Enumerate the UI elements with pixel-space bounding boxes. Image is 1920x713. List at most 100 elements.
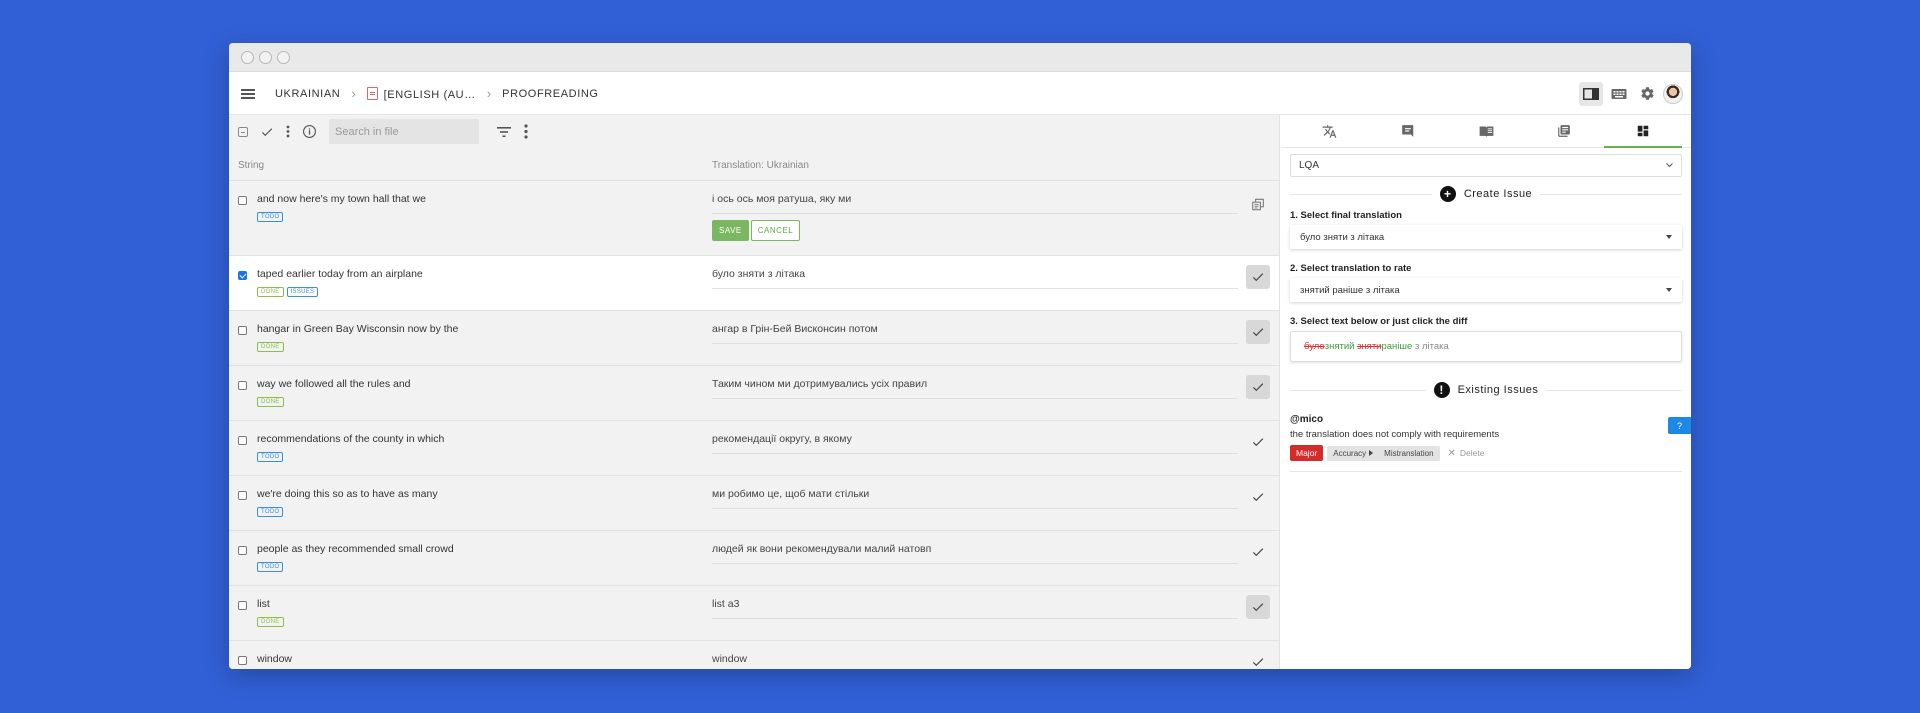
table-row[interactable]: recommendations of the county in which T… bbox=[229, 421, 1279, 476]
row-checkbox[interactable] bbox=[238, 381, 247, 390]
caret-down-icon bbox=[1666, 235, 1672, 239]
table-row[interactable]: hangar in Green Bay Wisconsin now by the… bbox=[229, 311, 1279, 366]
row-checkbox[interactable] bbox=[238, 271, 247, 280]
dashboard-icon bbox=[1637, 125, 1649, 137]
status-tags: TODO bbox=[257, 212, 284, 222]
row-checkbox[interactable] bbox=[238, 601, 247, 610]
info-icon bbox=[303, 125, 316, 138]
cancel-button[interactable]: CANCEL bbox=[750, 220, 801, 241]
approve-button[interactable] bbox=[1246, 430, 1270, 454]
source-string: taped earlier today from an airplane bbox=[257, 268, 423, 280]
row-checkbox[interactable] bbox=[238, 326, 247, 335]
save-button[interactable]: SAVE bbox=[712, 220, 749, 241]
approve-button[interactable] bbox=[1246, 265, 1270, 289]
translation-text[interactable]: було зняти з літака bbox=[712, 268, 1238, 289]
approve-all-button[interactable] bbox=[260, 125, 274, 139]
add-circle-icon[interactable]: + bbox=[1439, 186, 1456, 202]
diff-insertion[interactable]: знятий bbox=[1325, 341, 1355, 352]
mode-select[interactable]: LQA bbox=[1290, 154, 1682, 177]
copy-source-button[interactable] bbox=[1246, 192, 1270, 216]
table-row[interactable]: we're doing this so as to have as many T… bbox=[229, 476, 1279, 531]
translation-text[interactable]: людей як вони рекомендували малий натовп bbox=[712, 543, 1238, 564]
mode-select-value: LQA bbox=[1299, 160, 1320, 171]
breadcrumb-file[interactable]: [ENGLISH (AU… bbox=[366, 86, 476, 101]
breadcrumb-project[interactable]: UKRAINIAN bbox=[275, 88, 340, 100]
issue-category-label: Accuracy bbox=[1333, 448, 1367, 458]
issue-category: Accuracy Mistranslation bbox=[1327, 445, 1440, 461]
approve-button[interactable] bbox=[1246, 375, 1270, 399]
table-row[interactable]: people as they recommended small crowd T… bbox=[229, 531, 1279, 586]
create-issue-title: Create Issue bbox=[1463, 188, 1533, 200]
filter-options-button[interactable] bbox=[523, 124, 529, 139]
status-tag: ISSUES bbox=[286, 287, 319, 297]
help-button[interactable]: ? bbox=[1668, 417, 1691, 434]
more-options-button[interactable] bbox=[286, 125, 290, 138]
tab-translate[interactable] bbox=[1290, 115, 1368, 147]
string-list-pane: String Translation: Ukrainian and now he… bbox=[229, 115, 1280, 669]
translate-icon bbox=[1322, 124, 1337, 138]
tab-translation-memory[interactable] bbox=[1525, 115, 1603, 147]
window-titlebar bbox=[229, 43, 1691, 72]
tab-qa[interactable] bbox=[1603, 115, 1683, 148]
translation-text[interactable]: ангар в Грін-Бей Висконсин потом bbox=[712, 323, 1238, 344]
editor-toolbar bbox=[229, 115, 1279, 148]
row-checkbox[interactable] bbox=[238, 546, 247, 555]
row-checkbox[interactable] bbox=[238, 196, 247, 205]
table-row[interactable]: window TODO window bbox=[229, 641, 1279, 669]
table-row[interactable]: way we followed all the rules and DONE Т… bbox=[229, 366, 1279, 421]
diff-deletion[interactable]: зняти bbox=[1357, 341, 1381, 352]
table-row[interactable]: and now here's my town hall that we TODO… bbox=[229, 181, 1279, 256]
diff-unchanged[interactable]: з літака bbox=[1412, 341, 1449, 352]
severity-badge: Major bbox=[1290, 445, 1324, 461]
row-checkbox[interactable] bbox=[238, 436, 247, 445]
tab-glossary[interactable] bbox=[1447, 115, 1525, 147]
delete-issue-button[interactable]: ✕ Delete bbox=[1448, 448, 1485, 459]
menu-icon[interactable] bbox=[241, 88, 255, 99]
translation-text[interactable]: і ось ось моя ратуша, яку ми bbox=[712, 193, 1238, 214]
filter-button[interactable] bbox=[497, 126, 511, 137]
row-checkbox[interactable] bbox=[238, 491, 247, 500]
final-translation-dropdown[interactable]: було зняти з літака bbox=[1290, 225, 1682, 249]
breadcrumb-step[interactable]: PROOFREADING bbox=[502, 88, 598, 100]
check-icon bbox=[1252, 328, 1264, 337]
sidebar-panel: LQA + Create Issue 1. Select final trans… bbox=[1281, 115, 1691, 669]
approve-button[interactable] bbox=[1246, 595, 1270, 619]
diff-deletion[interactable]: було bbox=[1304, 341, 1325, 352]
translation-text[interactable]: list a3 bbox=[712, 598, 1238, 619]
select-all-checkbox[interactable] bbox=[238, 126, 248, 137]
status-tags: TODO bbox=[257, 452, 284, 462]
check-icon bbox=[1252, 273, 1264, 282]
issue-subcategory-label: Mistranslation bbox=[1384, 448, 1434, 458]
approve-button[interactable] bbox=[1246, 650, 1270, 669]
info-button[interactable] bbox=[302, 124, 317, 139]
table-row[interactable]: list DONE list a3 bbox=[229, 586, 1279, 641]
translation-text[interactable]: ми робимо це, щоб мати стільки bbox=[712, 488, 1238, 509]
existing-issues-title: Existing Issues bbox=[1457, 384, 1539, 396]
window-maximize-button[interactable] bbox=[277, 50, 290, 64]
approve-button[interactable] bbox=[1246, 320, 1270, 344]
caret-down-icon bbox=[1666, 288, 1672, 292]
keyboard-button[interactable] bbox=[1607, 82, 1631, 106]
translation-text[interactable]: рекомендації округу, в якому bbox=[712, 433, 1238, 454]
user-avatar[interactable] bbox=[1663, 83, 1683, 104]
layout-toggle-button[interactable] bbox=[1579, 81, 1603, 106]
search-input[interactable] bbox=[329, 119, 479, 144]
tab-comments[interactable] bbox=[1368, 115, 1446, 147]
window-close-button[interactable] bbox=[241, 50, 254, 64]
table-row[interactable]: taped earlier today from an airplane DON… bbox=[229, 256, 1279, 311]
check-icon bbox=[261, 127, 273, 136]
approve-button[interactable] bbox=[1246, 485, 1270, 509]
window-minimize-button[interactable] bbox=[259, 50, 272, 64]
status-tag: DONE bbox=[257, 617, 284, 627]
rate-translation-dropdown[interactable]: знятий раніше з літака bbox=[1290, 278, 1682, 302]
status-tag: TODO bbox=[257, 507, 284, 517]
settings-button[interactable] bbox=[1635, 82, 1659, 106]
filter-icon bbox=[497, 126, 511, 137]
diff-box[interactable]: було знятий зняти раніше з літака bbox=[1290, 331, 1682, 362]
translation-text[interactable]: Таким чином ми дотримувались усіх правил bbox=[712, 378, 1238, 399]
source-string: way we followed all the rules and bbox=[257, 378, 411, 390]
row-checkbox[interactable] bbox=[238, 656, 247, 665]
approve-button[interactable] bbox=[1246, 540, 1270, 564]
diff-insertion[interactable]: раніше bbox=[1381, 341, 1412, 352]
translation-text[interactable]: window bbox=[712, 653, 1238, 669]
